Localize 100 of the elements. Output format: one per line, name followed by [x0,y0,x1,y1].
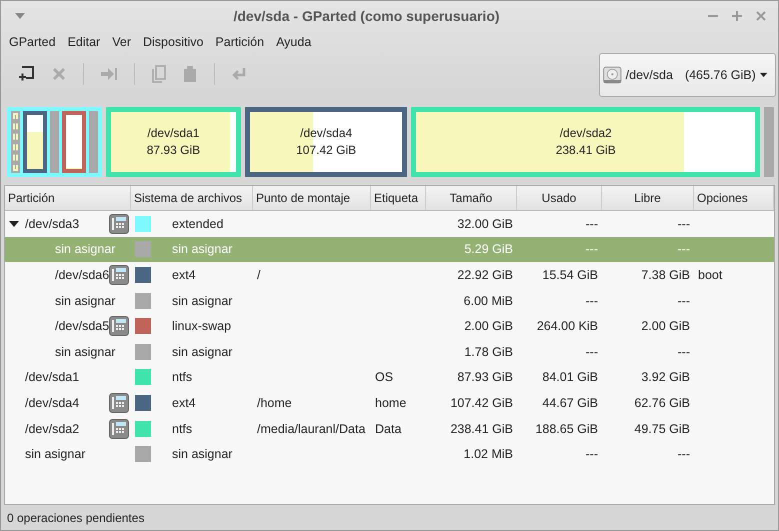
menu-item[interactable]: Ayuda [276,35,312,49]
partition-block[interactable]: /dev/sda1 87.93 GiB [106,107,241,177]
filesystem-text: ext4 [172,396,196,410]
partition-size: 87.93 GiB [146,142,200,159]
menu-item[interactable]: Ver [112,35,131,49]
table-row[interactable]: sin asignar sin asignar 1.78 GiB --- --- [5,338,774,365]
size-text: 1.78 GiB [464,344,513,359]
partition-name: /dev/sda2 [560,125,612,142]
partition-name: /dev/sda1 [147,125,200,142]
column-header[interactable]: Tamaño [426,186,517,210]
partition-name: /dev/sda1 [25,370,80,384]
menu-item[interactable]: Dispositivo [142,35,204,49]
free-text: 3.92 GiB [641,370,690,384]
size-text: 6.00 MiB [464,294,513,308]
partition-name: /dev/sda3 [25,216,80,231]
free-text: 7.38 GiB [641,268,690,282]
device-selector[interactable]: /dev/sda (465.76 GiB) [599,53,776,97]
partition-name: /dev/sda4 [25,396,80,410]
close-icon[interactable] [756,11,766,21]
column-header[interactable]: Punto de montaje [253,186,371,210]
table-row[interactable]: /dev/sda6 ext4 / 22.92 GiB 15.54 GiB 7.38 GiB boot [5,262,774,288]
table-row[interactable]: /dev/sda1 ntfs OS 87.93 GiB 84.01 GiB 3.92 GiB [5,364,774,390]
free-text: --- [678,447,690,462]
used-text: 264.00 KiB [536,319,598,334]
table-row[interactable]: sin asignar sin asignar 1.02 MiB --- --- [5,441,774,467]
used-text: --- [586,242,598,256]
new-partition-icon[interactable] [17,65,35,83]
free-text: --- [678,242,690,256]
filesystem-text: ext4 [172,268,196,282]
menu-item[interactable]: Partición [215,35,264,49]
size-text: 238.41 GiB [450,422,513,436]
table-row[interactable]: /dev/sda4 ext4 /home home 107.42 GiB 44.67 GiB 62.76 GiB [5,390,774,416]
used-text: --- [586,344,598,359]
menu-item[interactable]: GParted [9,35,56,49]
column-header[interactable]: Sistema de archivos [131,186,253,210]
filesystem-text: extended [172,216,224,231]
column-header[interactable]: Partición [5,186,131,210]
size-text: 2.00 GiB [464,319,513,334]
free-text: 62.76 GiB [634,396,690,410]
mount-point-text: /media/lauranl/Data [257,422,366,436]
label-text: OS [375,370,394,384]
free-text: 2.00 GiB [641,319,690,334]
used-text: --- [586,294,598,308]
partition-block[interactable] [23,111,47,173]
label-text: home [375,396,406,410]
column-header[interactable]: Opciones [694,186,774,210]
caret-icon [760,72,767,78]
table-row[interactable]: /dev/sda2 ntfs /media/lauranl/Data Data 238.41 GiB 188.65 GiB 49.75 GiB [5,416,774,442]
used-text: 84.01 GiB [542,370,598,384]
free-text: 49.75 GiB [634,422,690,436]
partition-name: sin asignar [55,294,116,308]
size-text: 32.00 GiB [457,216,513,231]
menu-item[interactable]: Editar [68,35,100,49]
partition-name: sin asignar [55,344,116,359]
free-text: --- [678,294,690,308]
size-text: 87.93 GiB [457,370,513,384]
filesystem-text: sin asignar [172,294,232,308]
mount-point-text: / [257,268,260,282]
extended-partition-block[interactable] [7,107,102,177]
size-text: 1.02 MiB [464,447,513,462]
partition-name: /dev/sda4 [300,125,352,142]
expanded-arrow-icon[interactable] [9,218,19,229]
mount-point-text: /home [257,396,292,410]
size-text: 107.42 GiB [450,396,513,410]
window-menu-icon[interactable] [15,13,25,19]
free-text: --- [678,344,690,359]
label-text: Data [375,422,402,436]
window-title: /dev/sda - GParted (como superusuario) [232,8,501,24]
column-header[interactable]: Libre [602,186,694,210]
used-text: --- [586,216,598,231]
column-header[interactable]: Usado [517,186,602,210]
partition-name: sin asignar [55,242,116,256]
used-text: 188.65 GiB [535,422,598,436]
maximize-icon[interactable] [732,11,742,21]
partition-size: 238.41 GiB [556,142,616,159]
free-text: --- [678,216,690,231]
partition-name: /dev/sda6 [55,268,110,282]
filesystem-text: sin asignar [172,447,232,462]
partition-size: 107.42 GiB [296,142,356,159]
status-text: 0 operaciones pendientes [7,510,144,524]
filesystem-text: ntfs [172,422,192,436]
partition-name: sin asignar [25,447,86,462]
used-text: --- [586,447,598,462]
partition-block[interactable]: /dev/sda2 238.41 GiB [411,107,760,177]
size-text: 5.29 GiB [464,242,513,256]
used-text: 15.54 GiB [542,268,598,282]
table-row[interactable]: sin asignar sin asignar 6.00 MiB --- --- [5,288,774,314]
filesystem-text: sin asignar [172,242,232,256]
filesystem-text: ntfs [172,370,192,384]
table-row[interactable]: /dev/sda5 linux-swap 2.00 GiB 264.00 KiB 2.00 GiB [5,313,774,339]
filesystem-text: linux-swap [172,319,232,334]
partition-name: /dev/sda2 [25,422,80,436]
partition-block[interactable] [62,111,86,173]
filesystem-text: sin asignar [172,344,232,359]
used-text: 44.67 GiB [542,396,598,410]
column-header[interactable]: Etiqueta [371,186,426,210]
size-text: 22.92 GiB [457,268,513,282]
flags-text: boot [698,268,722,282]
partition-block[interactable]: /dev/sda4 107.42 GiB [244,107,408,177]
table-row[interactable]: /dev/sda3 extended 32.00 GiB --- --- [5,211,774,237]
